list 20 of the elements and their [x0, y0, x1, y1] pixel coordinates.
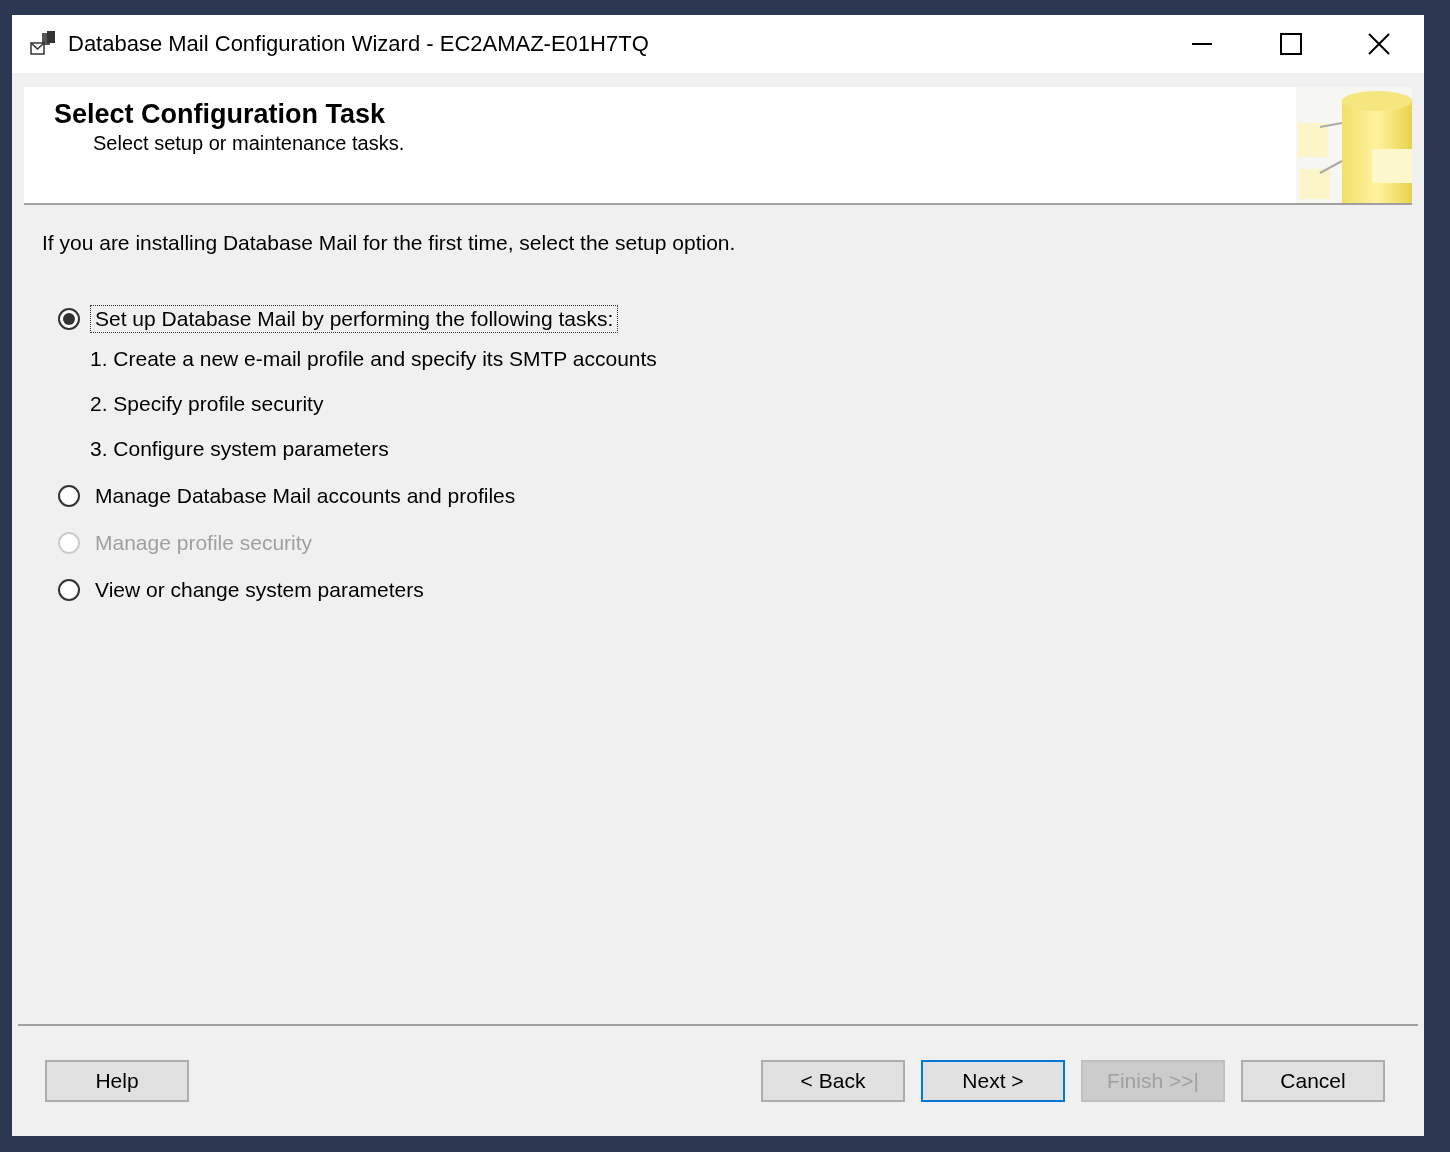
instruction-text: If you are installing Database Mail for the first time, select the setup option. — [42, 231, 737, 255]
window-title: Database Mail Configuration Wizard - EC2AMAZ-E01H7TQ — [68, 31, 650, 57]
wizard-button[interactable]: Next > — [921, 1060, 1065, 1102]
close-icon[interactable] — [1368, 33, 1390, 55]
page-title: Select Configuration Task — [54, 99, 387, 130]
database-mail-icon — [30, 31, 56, 57]
wizard-button[interactable]: Cancel — [1241, 1060, 1385, 1102]
radio-button[interactable] — [58, 579, 80, 601]
radio-label[interactable]: Set up Database Mail by performing the following tasks: — [90, 305, 619, 333]
help-button[interactable]: Help — [45, 1060, 189, 1102]
task-step: 3. Configure system parameters — [90, 437, 1412, 461]
wizard-button[interactable]: < Back — [761, 1060, 905, 1102]
radio-button[interactable] — [58, 308, 80, 330]
radio-button[interactable] — [58, 485, 80, 507]
page-subtitle: Select setup or maintenance tasks. — [93, 132, 405, 155]
radio-label[interactable]: Manage Database Mail accounts and profiles — [90, 482, 521, 510]
radio-label[interactable]: View or change system parameters — [90, 576, 429, 604]
maximize-icon[interactable] — [1280, 33, 1302, 55]
task-step: 1. Create a new e-mail profile and specify its SMTP accounts — [90, 347, 1412, 371]
task-step: 2. Specify profile security — [90, 392, 1412, 416]
